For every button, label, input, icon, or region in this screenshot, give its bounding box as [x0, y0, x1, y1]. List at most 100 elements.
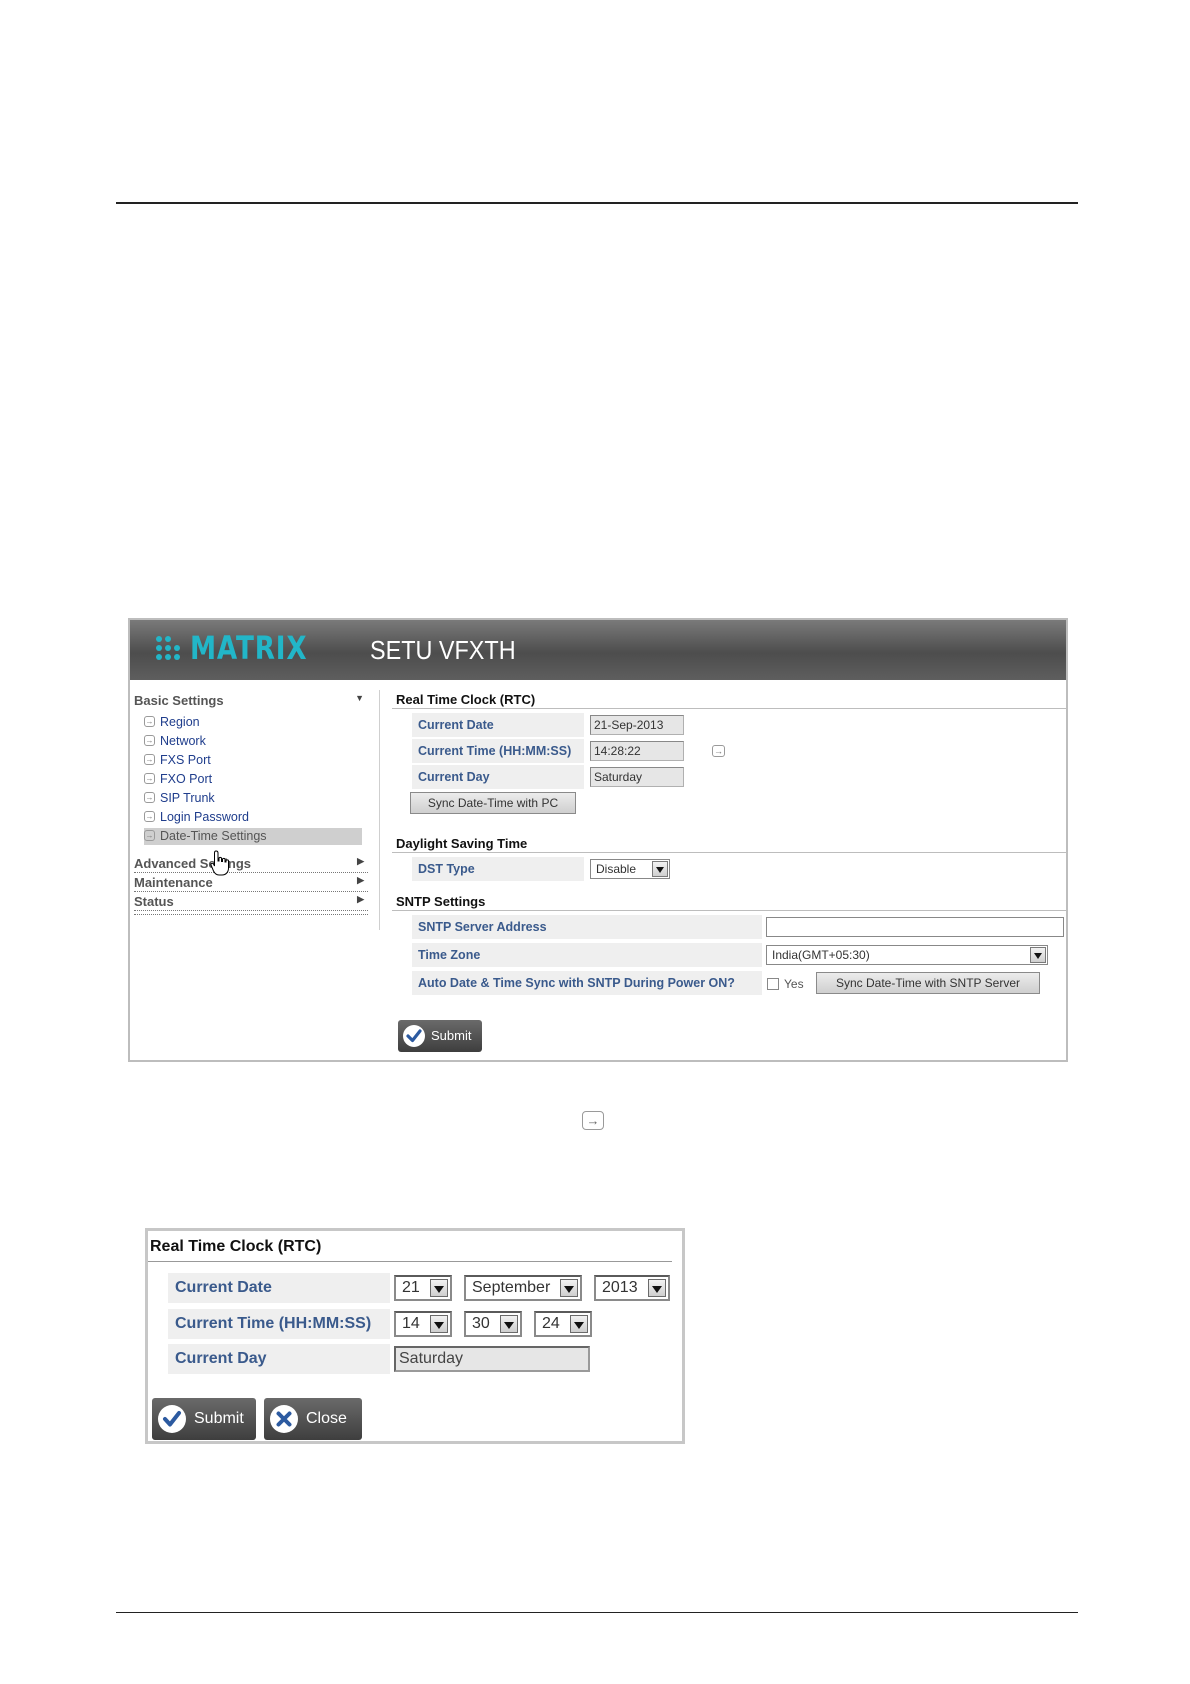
- sidebar-divider: [379, 690, 380, 930]
- arrow-right-icon: →: [144, 773, 155, 784]
- submit-button-label: Submit: [431, 1028, 472, 1043]
- sntp-section-divider: [392, 910, 1066, 911]
- sidebar: Basic Settings ▼ → Region → Network → FXS P…: [130, 680, 380, 1060]
- time-zone-select[interactable]: India(GMT+05:30): [766, 945, 1048, 965]
- sync-sntp-button[interactable]: Sync Date-Time with SNTP Server: [816, 972, 1040, 994]
- current-date-field: 21-Sep-2013: [590, 715, 684, 735]
- dst-type-select[interactable]: Disable: [590, 859, 670, 879]
- dst-section-divider: [392, 852, 1066, 853]
- hand-cursor-icon: [210, 850, 229, 876]
- sidebar-section-label: Basic Settings: [134, 693, 224, 708]
- arrow-right-icon: →: [144, 716, 155, 727]
- sidebar-section-label: Maintenance: [134, 875, 213, 890]
- arrow-right-icon: →: [144, 754, 155, 765]
- edit-submit-button[interactable]: Submit: [152, 1398, 256, 1440]
- sidebar-section-label: Status: [134, 894, 174, 909]
- sidebar-item-login-password[interactable]: → Login Password: [144, 809, 362, 826]
- chevron-right-icon: ▶: [357, 894, 364, 904]
- year-value: 2013: [602, 1279, 638, 1296]
- sidebar-bottom-divider: [134, 914, 368, 915]
- dropdown-arrow-icon: [652, 861, 668, 877]
- time-zone-label: Time Zone: [412, 943, 762, 967]
- dropdown-arrow-icon: [500, 1315, 518, 1333]
- edit-current-day-field: Saturday: [394, 1346, 590, 1372]
- bottom-rule: [116, 1612, 1078, 1613]
- current-time-label: Current Time (HH:MM:SS): [412, 739, 584, 763]
- dropdown-arrow-icon: [648, 1279, 666, 1297]
- logo-dots-icon: [156, 636, 180, 660]
- product-name: SETU VFXTH: [370, 635, 516, 665]
- checkmark-icon: [403, 1025, 425, 1047]
- dropdown-arrow-icon: [570, 1315, 588, 1333]
- minute-select[interactable]: 30: [464, 1311, 522, 1337]
- sidebar-section-label: Advanced Settings: [134, 856, 252, 871]
- checkmark-icon: [158, 1405, 186, 1433]
- arrow-right-icon: →: [144, 830, 155, 841]
- auto-sync-checkbox-label: Yes: [784, 977, 804, 991]
- dropdown-arrow-icon: [560, 1279, 578, 1297]
- chevron-right-icon: ▶: [357, 875, 364, 885]
- main-screenshot: MATRIX SETU VFXTH Basic Settings ▼ → Regi…: [128, 618, 1068, 1062]
- sync-pc-button[interactable]: Sync Date-Time with PC: [410, 792, 576, 814]
- sidebar-section-advanced-settings[interactable]: Advanced Settings ▶: [134, 856, 368, 873]
- current-day-field: Saturday: [590, 767, 684, 787]
- submit-button[interactable]: Submit: [398, 1020, 482, 1052]
- dropdown-arrow-icon: [430, 1279, 448, 1297]
- edit-close-label: Close: [306, 1410, 347, 1427]
- auto-sync-label: Auto Date & Time Sync with SNTP During P…: [412, 971, 762, 995]
- current-day-label: Current Day: [412, 765, 584, 789]
- arrow-right-icon: →: [144, 792, 155, 803]
- sntp-server-input[interactable]: [766, 917, 1064, 937]
- month-select[interactable]: September: [464, 1275, 582, 1301]
- app-header: MATRIX SETU VFXTH: [130, 620, 1066, 680]
- sidebar-section-maintenance[interactable]: Maintenance ▶: [134, 875, 368, 892]
- chevron-right-icon: ▶: [357, 856, 364, 866]
- sidebar-item-region[interactable]: → Region: [144, 714, 362, 731]
- arrow-right-icon: →: [144, 735, 155, 746]
- day-value: 21: [402, 1279, 420, 1296]
- month-value: September: [472, 1279, 551, 1296]
- dropdown-arrow-icon: [430, 1315, 448, 1333]
- minute-value: 30: [472, 1315, 490, 1332]
- second-select[interactable]: 24: [534, 1311, 592, 1337]
- edit-close-button[interactable]: Close: [264, 1398, 362, 1440]
- auto-sync-checkbox[interactable]: [767, 978, 779, 990]
- edit-submit-label: Submit: [194, 1410, 244, 1427]
- rtc-edit-screenshot: Real Time Clock (RTC) Current Date 21 Se…: [145, 1228, 685, 1444]
- dst-type-label: DST Type: [412, 857, 584, 881]
- dst-section-title: Daylight Saving Time: [396, 836, 528, 851]
- rtc-edit-divider: [148, 1261, 672, 1262]
- edit-time-icon[interactable]: →: [712, 745, 725, 757]
- sntp-section-title: SNTP Settings: [396, 894, 486, 909]
- year-select[interactable]: 2013: [594, 1275, 670, 1301]
- top-rule: [116, 202, 1078, 204]
- edit-current-time-label: Current Time (HH:MM:SS): [168, 1309, 390, 1339]
- sidebar-section-status[interactable]: Status ▶: [134, 894, 368, 911]
- close-icon: [270, 1405, 298, 1433]
- rtc-edit-title: Real Time Clock (RTC): [150, 1238, 322, 1255]
- time-zone-value: India(GMT+05:30): [772, 948, 870, 962]
- chevron-down-icon: ▼: [355, 693, 364, 703]
- sidebar-item-date-time-settings[interactable]: → Date-Time Settings: [144, 828, 362, 845]
- edit-current-date-label: Current Date: [168, 1273, 390, 1303]
- current-date-label: Current Date: [412, 713, 584, 737]
- edit-current-day-label: Current Day: [168, 1344, 390, 1374]
- sidebar-item-sip-trunk[interactable]: → SIP Trunk: [144, 790, 362, 807]
- arrow-right-icon: →: [144, 811, 155, 822]
- dst-type-value: Disable: [596, 862, 637, 876]
- hour-select[interactable]: 14: [394, 1311, 452, 1337]
- dropdown-arrow-icon: [1030, 947, 1046, 963]
- day-select[interactable]: 21: [394, 1275, 452, 1301]
- second-value: 24: [542, 1315, 560, 1332]
- matrix-logo: MATRIX: [150, 630, 307, 666]
- rtc-section-title: Real Time Clock (RTC): [396, 692, 536, 707]
- arrow-right-icon: →: [582, 1111, 604, 1130]
- sidebar-section-basic-settings[interactable]: Basic Settings ▼: [134, 693, 368, 708]
- sidebar-item-fxo-port[interactable]: → FXO Port: [144, 771, 362, 788]
- sidebar-item-fxs-port[interactable]: → FXS Port: [144, 752, 362, 769]
- rtc-section-divider: [392, 708, 1066, 709]
- current-time-field: 14:28:22: [590, 741, 684, 761]
- hour-value: 14: [402, 1315, 420, 1332]
- sntp-server-label: SNTP Server Address: [412, 915, 762, 939]
- sidebar-item-network[interactable]: → Network: [144, 733, 362, 750]
